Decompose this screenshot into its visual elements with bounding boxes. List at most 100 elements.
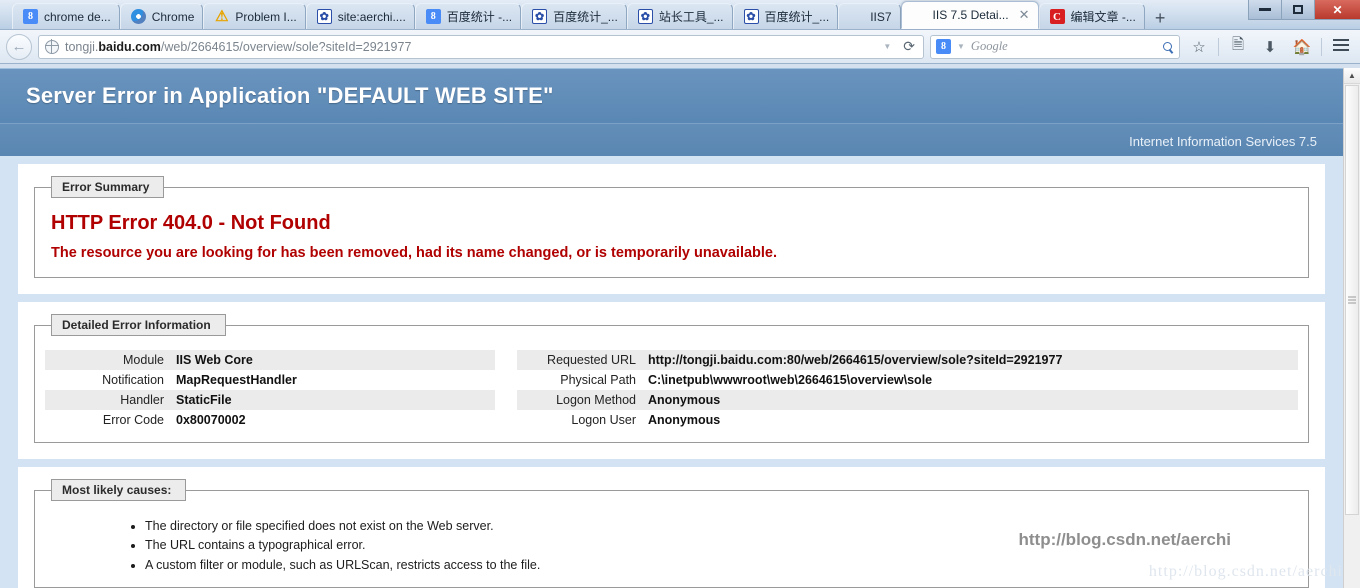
google-favicon-icon: 8: [23, 9, 38, 24]
menu-icon[interactable]: [1328, 36, 1354, 58]
list-item: A custom filter or module, such as URLSc…: [145, 556, 1298, 575]
google-search-engine-icon[interactable]: 8: [936, 39, 951, 54]
tab-label: chrome de...: [44, 9, 111, 24]
table-row: Notification MapRequestHandler: [45, 370, 495, 390]
minimize-button[interactable]: [1248, 0, 1281, 20]
most-likely-causes-panel: Most likely causes: The directory or fil…: [18, 467, 1325, 588]
google-favicon-icon: 8: [425, 9, 441, 24]
error-summary-legend: Error Summary: [51, 176, 165, 198]
scrollbar-thumb[interactable]: [1345, 85, 1359, 515]
search-placeholder: Google: [970, 39, 1008, 53]
tab-label: Chrome: [151, 9, 195, 24]
baidu-favicon-icon: ✿: [532, 9, 548, 24]
bookmark-star-icon[interactable]: ☆: [1186, 38, 1212, 56]
detail-table-right: Requested URL http://tongji.baidu.com:80…: [517, 350, 1298, 430]
detail-column-right: Requested URL http://tongji.baidu.com:80…: [517, 350, 1298, 430]
url-text: tongji.baidu.com/web/2664615/overview/so…: [65, 40, 875, 54]
url-prefix: tongji.: [65, 39, 99, 54]
address-bar[interactable]: tongji.baidu.com/web/2664615/overview/so…: [38, 34, 924, 59]
toolbar-divider: [1321, 37, 1322, 56]
iis-error-page: Server Error in Application "DEFAULT WEB…: [0, 68, 1343, 588]
restore-button[interactable]: [1281, 0, 1314, 20]
watermark-secondary: http://blog.csdn.net/aerchi: [1148, 563, 1343, 580]
table-row: Error Code 0x80070002: [45, 410, 495, 430]
tab-label: 编辑文章 -...: [1070, 10, 1136, 24]
detailed-error-legend: Detailed Error Information: [51, 314, 226, 336]
detail-table-left: Module IIS Web Core Notification MapRequ…: [45, 350, 495, 430]
browser-tab-3[interactable]: ⚠ Problem I...: [203, 3, 306, 29]
browser-tab-1[interactable]: 8 chrome de...: [12, 3, 120, 29]
search-input[interactable]: 8 ▼ Google: [930, 34, 1180, 59]
tab-label: IIS7: [870, 9, 892, 24]
scrollbar-grip-icon: [1348, 295, 1356, 306]
tab-strip: 8 chrome de... Chrome ⚠ Problem I... ✿ s…: [0, 0, 1360, 30]
browser-tab-11[interactable]: C 编辑文章 -...: [1038, 3, 1145, 29]
tab-label: 百度统计_...: [553, 10, 618, 24]
url-suffix: /web/2664615/overview/sole?siteId=292197…: [160, 39, 412, 54]
detail-columns: Module IIS Web Core Notification MapRequ…: [45, 344, 1298, 430]
home-icon[interactable]: 🏠: [1289, 38, 1315, 56]
baidu-favicon-icon: ✿: [743, 9, 759, 24]
window-controls: ✕: [1248, 0, 1360, 20]
reload-icon[interactable]: ⟳: [899, 38, 919, 55]
row-value: StaticFile: [176, 393, 232, 407]
row-value: Anonymous: [648, 393, 721, 407]
tab-label: IIS 7.5 Detai...: [932, 8, 1009, 22]
row-value: MapRequestHandler: [176, 373, 297, 387]
detailed-error-fieldset: Detailed Error Information Module IIS We…: [34, 314, 1309, 443]
tab-label: 百度统计_...: [764, 10, 830, 24]
row-key: Physical Path: [560, 373, 636, 387]
iis-header: Server Error in Application "DEFAULT WEB…: [0, 68, 1343, 159]
row-key: Logon User: [571, 413, 636, 427]
table-row: Module IIS Web Core: [45, 350, 495, 370]
baidu-favicon-icon: ✿: [316, 9, 332, 24]
table-row: Physical Path C:\inetpub\wwwroot\web\266…: [517, 370, 1298, 390]
error-description: The resource you are looking for has bee…: [51, 245, 778, 261]
row-key: Handler: [120, 393, 164, 407]
error-summary-fieldset: Error Summary HTTP Error 404.0 - Not Fou…: [34, 176, 1309, 278]
row-value: IIS Web Core: [176, 353, 253, 367]
page-title: Server Error in Application "DEFAULT WEB…: [26, 83, 554, 108]
browser-tab-10-active[interactable]: IIS 7.5 Detai... ✕: [900, 1, 1039, 29]
detail-column-left: Module IIS Web Core Notification MapRequ…: [45, 350, 495, 430]
downloads-icon[interactable]: ⬇: [1257, 38, 1283, 56]
table-row: Requested URL http://tongji.baidu.com:80…: [517, 350, 1298, 370]
browser-window: 8 chrome de... Chrome ⚠ Problem I... ✿ s…: [0, 0, 1360, 588]
close-icon[interactable]: ✕: [1019, 9, 1030, 22]
new-tab-button[interactable]: +: [1145, 9, 1176, 29]
row-value: Anonymous: [648, 413, 721, 427]
blank-favicon-icon: [849, 9, 864, 24]
browser-tab-5[interactable]: 8 百度统计 -...: [414, 3, 522, 29]
vertical-scrollbar[interactable]: ▲: [1343, 68, 1360, 588]
blank-favicon-icon: [912, 8, 927, 23]
most-likely-causes-legend: Most likely causes:: [51, 479, 187, 501]
row-value: http://tongji.baidu.com:80/web/2664615/o…: [648, 353, 1063, 367]
browser-tab-7[interactable]: ✿ 站长工具_...: [626, 3, 733, 29]
csdn-favicon-icon: C: [1049, 9, 1065, 24]
browser-tab-9[interactable]: IIS7: [838, 3, 901, 29]
table-row: Logon Method Anonymous: [517, 390, 1298, 410]
table-row: Handler StaticFile: [45, 390, 495, 410]
reading-list-icon[interactable]: 🗎: [1225, 34, 1251, 59]
row-value: C:\inetpub\wwwroot\web\2664615\overview\…: [648, 373, 933, 387]
row-key: Module: [123, 353, 164, 367]
back-button[interactable]: ←: [6, 33, 32, 60]
chevron-down-icon[interactable]: ▼: [881, 42, 893, 51]
globe-icon: [44, 39, 59, 54]
server-tagline: Internet Information Services 7.5: [1129, 134, 1317, 149]
row-key: Logon Method: [556, 393, 636, 407]
browser-tab-6[interactable]: ✿ 百度统计_...: [521, 3, 627, 29]
browser-tab-4[interactable]: ✿ site:aerchi....: [305, 3, 415, 29]
error-summary-panel: Error Summary HTTP Error 404.0 - Not Fou…: [18, 164, 1325, 294]
iis-version-bar: Internet Information Services 7.5: [0, 123, 1343, 159]
url-domain: baidu.com: [98, 39, 161, 54]
tab-label: 百度统计 -...: [446, 10, 513, 24]
baidu-favicon-icon: ✿: [637, 9, 653, 24]
search-icon[interactable]: [1163, 42, 1172, 51]
close-window-button[interactable]: ✕: [1314, 0, 1360, 20]
search-engine-chevron-icon[interactable]: ▼: [955, 42, 967, 51]
tab-label: 站长工具_...: [658, 10, 724, 24]
scroll-up-arrow-icon[interactable]: ▲: [1344, 68, 1360, 84]
browser-tab-2[interactable]: Chrome: [119, 3, 204, 29]
browser-tab-8[interactable]: ✿ 百度统计_...: [732, 3, 839, 29]
